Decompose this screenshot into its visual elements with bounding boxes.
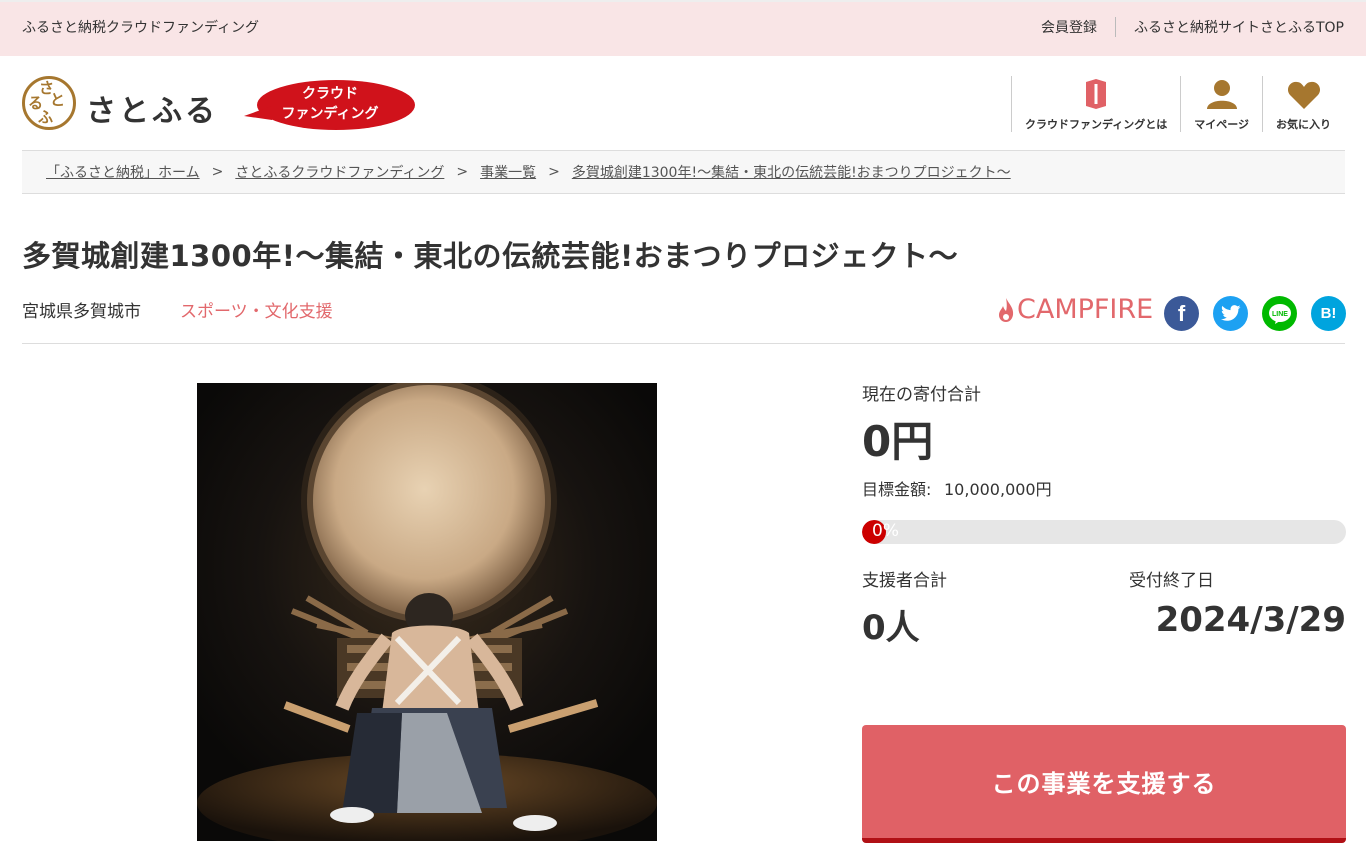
site-label: ふるさと納税クラウドファンディング xyxy=(22,20,260,36)
page-title: 多賀城創建1300年!〜集結・東北の伝統芸能!おまつりプロジェクト〜 xyxy=(22,239,959,273)
supporters-value: 0人 xyxy=(862,608,920,648)
breadcrumb-current[interactable]: 多賀城創建1300年!〜集結・東北の伝統芸能!おまつりプロジェクト〜 xyxy=(572,162,1011,182)
nav-label: クラウドファンディングとは xyxy=(1024,118,1168,131)
goal-value: 10,000,000円 xyxy=(944,480,1052,499)
line-text: LINE xyxy=(1272,311,1288,318)
city-name: 宮城県多賀城市 xyxy=(22,302,141,322)
satofull-logo-icon[interactable]: さ る と ふ xyxy=(22,76,76,130)
deadline-label: 受付終了日 xyxy=(1129,571,1214,591)
top-bar: ふるさと納税クラウドファンディング 会員登録 ふるさと納税サイトさとふるTOP xyxy=(0,0,1366,56)
twitter-bird-icon xyxy=(1220,305,1240,321)
divider xyxy=(1114,17,1116,37)
total-label: 現在の寄付合計 xyxy=(862,385,981,405)
header-nav: クラウドファンディングとは マイページ お気に入り xyxy=(1010,76,1344,132)
logo-name[interactable]: さとふる xyxy=(86,86,218,130)
progress-bar: 0% xyxy=(862,520,1346,544)
member-register-link[interactable]: 会員登録 xyxy=(1041,17,1097,37)
twitter-share-button[interactable] xyxy=(1213,296,1248,331)
funding-panel: 現在の寄付合計 0円 目標金額: 10,000,000円 0% 支援者合計 0人… xyxy=(862,370,1346,868)
goal-label: 目標金額: xyxy=(862,480,932,499)
hatena-bookmark-button[interactable]: B! xyxy=(1311,296,1346,331)
breadcrumb-home[interactable]: 「ふるさと納税」ホーム xyxy=(46,162,200,182)
campfire-logo[interactable]: CAMPFIRE xyxy=(997,294,1153,325)
nav-favorites[interactable]: お気に入り xyxy=(1262,76,1344,132)
project-image xyxy=(197,383,657,841)
line-icon: LINE xyxy=(1268,303,1291,324)
breadcrumb: 「ふるさと納税」ホーム > さとふるクラウドファンディング > 事業一覧 > 多… xyxy=(22,150,1345,194)
heart-icon xyxy=(1287,81,1320,109)
crowdfunding-badge[interactable]: クラウド ファンディング xyxy=(242,76,418,134)
nav-about-crowdfunding[interactable]: クラウドファンディングとは xyxy=(1010,76,1180,132)
badge-line2: ファンディング xyxy=(281,106,379,122)
taiko-drum-photo xyxy=(197,383,657,841)
support-project-button[interactable]: この事業を支援する xyxy=(862,725,1346,843)
nav-label: マイページ xyxy=(1194,118,1249,131)
facebook-icon: f xyxy=(1177,300,1186,326)
badge-line1: クラウド xyxy=(302,86,358,102)
category-link[interactable]: スポーツ・文化支援 xyxy=(180,297,333,322)
breadcrumb-separator: > xyxy=(211,164,224,180)
progress-text: 0% xyxy=(872,521,899,541)
breadcrumb-separator: > xyxy=(456,164,469,180)
breadcrumb-project-list[interactable]: 事業一覧 xyxy=(480,162,536,182)
deadline-value: 2024/3/29 xyxy=(1155,600,1346,640)
breadcrumb-crowdfunding[interactable]: さとふるクラウドファンディング xyxy=(235,162,444,182)
site-header: さ る と ふ さとふる クラウド ファンディング クラウドファンディングとは … xyxy=(0,56,1366,150)
nav-label: お気に入り xyxy=(1276,118,1331,131)
supporters-label: 支援者合計 xyxy=(862,571,947,591)
book-icon xyxy=(1086,79,1107,109)
flame-icon xyxy=(999,297,1014,322)
breadcrumb-separator: > xyxy=(548,164,560,180)
nav-mypage[interactable]: マイページ xyxy=(1180,76,1262,132)
total-value: 0円 xyxy=(862,417,934,466)
satofull-top-link[interactable]: ふるさと納税サイトさとふるTOP xyxy=(1134,17,1344,37)
project-meta-row: 宮城県多賀城市 スポーツ・文化支援 CAMPFIRE f LINE B! xyxy=(22,294,1346,344)
hatena-icon: B! xyxy=(1320,305,1337,322)
facebook-share-button[interactable]: f xyxy=(1164,296,1199,331)
person-icon xyxy=(1206,80,1237,109)
top-links: 会員登録 ふるさと納税サイトさとふるTOP xyxy=(1041,17,1344,37)
campfire-text: CAMPFIRE xyxy=(1017,294,1154,325)
line-share-button[interactable]: LINE xyxy=(1262,296,1297,331)
